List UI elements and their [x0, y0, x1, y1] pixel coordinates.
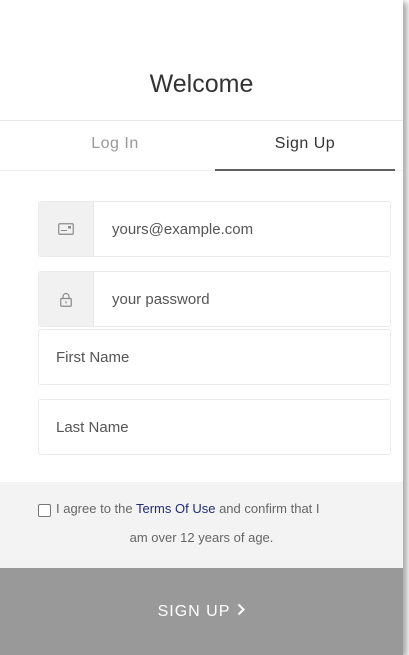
terms-section: I agree to the Terms Of Use and confirm …	[0, 482, 403, 568]
first-name-field[interactable]: First Name	[38, 329, 391, 385]
first-name-placeholder: First Name	[56, 348, 130, 366]
terms-checkbox[interactable]	[38, 504, 51, 517]
terms-text: I agree to the Terms Of Use and confirm …	[56, 501, 320, 516]
last-name-placeholder: Last Name	[56, 418, 129, 436]
password-field[interactable]: your password	[38, 271, 391, 327]
sign-up-label: SIGN UP	[157, 602, 231, 620]
signup-dialog: Welcome Log In Sign Up yours@example.com	[0, 0, 403, 655]
auth-tabs: Log In Sign Up	[0, 121, 403, 171]
email-placeholder: yours@example.com	[112, 220, 254, 238]
chevron-right-icon	[237, 603, 246, 621]
tab-log-in[interactable]: Log In	[30, 121, 200, 171]
email-field[interactable]: yours@example.com	[38, 201, 391, 257]
sign-up-button[interactable]: SIGN UP	[0, 568, 403, 655]
terms-prefix: I agree to the	[56, 501, 136, 516]
dialog-header: Welcome	[0, 0, 403, 121]
lock-icon	[39, 272, 94, 326]
tab-sign-up[interactable]: Sign Up	[215, 121, 395, 171]
signup-form: yours@example.com your password First Na…	[0, 172, 403, 482]
last-name-field[interactable]: Last Name	[38, 399, 391, 455]
terms-of-use-link[interactable]: Terms Of Use	[136, 501, 215, 516]
terms-age-text: am over 12 years of age.	[129, 530, 274, 545]
password-placeholder: your password	[112, 290, 210, 308]
dialog-title: Welcome	[149, 70, 254, 98]
envelope-icon	[39, 202, 94, 256]
terms-suffix: and confirm that I	[215, 501, 320, 516]
